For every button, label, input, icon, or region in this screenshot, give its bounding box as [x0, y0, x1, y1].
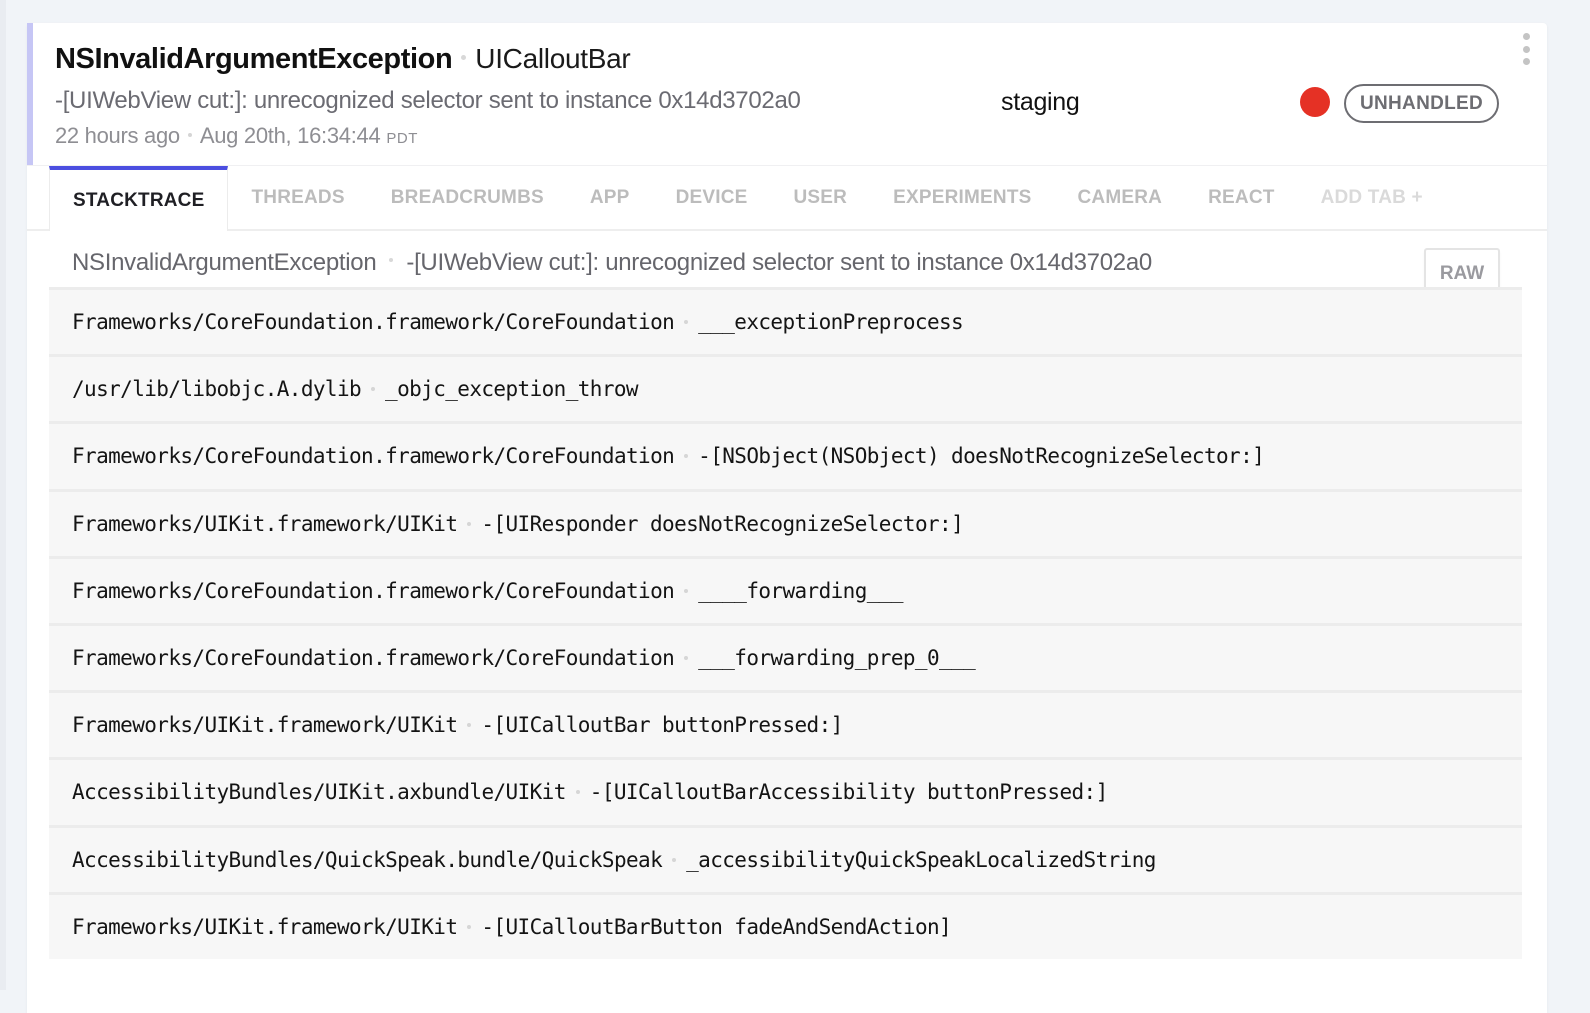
stack-frame[interactable]: Frameworks/UIKit.framework/UIKit -[UIRes…	[49, 488, 1522, 556]
frame-file: Frameworks/CoreFoundation.framework/Core…	[72, 578, 675, 603]
frame-method: -[UIResponder doesNotRecognizeSelector:]	[481, 511, 964, 536]
stack-frames: Frameworks/CoreFoundation.framework/Core…	[49, 287, 1522, 959]
error-message: -[UIWebView cut:]: unrecognized selector…	[55, 87, 801, 114]
separator-dot	[187, 133, 192, 137]
page-background-strip	[0, 0, 6, 990]
separator-dot	[684, 320, 689, 325]
tab-app[interactable]: APP	[567, 166, 653, 229]
more-vertical-icon[interactable]	[1519, 33, 1533, 65]
error-header: NSInvalidArgumentException UICalloutBar …	[27, 23, 1547, 165]
stack-frame[interactable]: Frameworks/UIKit.framework/UIKit -[UICal…	[49, 891, 1522, 959]
separator-dot	[371, 387, 376, 392]
frame-file: Frameworks/CoreFoundation.framework/Core…	[72, 646, 675, 671]
frame-file: Frameworks/CoreFoundation.framework/Core…	[72, 444, 675, 469]
separator-dot	[684, 588, 689, 593]
separator-dot	[684, 656, 689, 661]
stack-frame[interactable]: AccessibilityBundles/UIKit.axbundle/UIKi…	[49, 757, 1522, 825]
frame-method: -[UICalloutBarButton fadeAndSendAction]	[481, 914, 952, 939]
error-title: NSInvalidArgumentException UICalloutBar	[55, 43, 631, 76]
frame-file: Frameworks/CoreFoundation.framework/Core…	[72, 310, 675, 335]
menu-dot	[1522, 58, 1530, 65]
stack-frame[interactable]: /usr/lib/libobjc.A.dylib _objc_exception…	[49, 354, 1522, 422]
frame-file: Frameworks/UIKit.framework/UIKit	[72, 914, 458, 939]
stack-frame[interactable]: Frameworks/CoreFoundation.framework/Core…	[49, 555, 1522, 623]
exception-line: NSInvalidArgumentException -[UIWebView c…	[72, 249, 1152, 277]
separator-dot	[467, 521, 472, 526]
frame-file: AccessibilityBundles/QuickSpeak.bundle/Q…	[72, 847, 663, 872]
frame-method: _objc_exception_throw	[385, 377, 639, 402]
severity-indicator-icon	[1300, 87, 1330, 117]
frame-file: Frameworks/UIKit.framework/UIKit	[72, 511, 458, 536]
frame-file: AccessibilityBundles/UIKit.axbundle/UIKi…	[72, 780, 566, 805]
timezone: PDT	[386, 130, 418, 147]
stack-frame[interactable]: Frameworks/CoreFoundation.framework/Core…	[49, 287, 1522, 355]
stack-frame[interactable]: Frameworks/UIKit.framework/UIKit -[UICal…	[49, 690, 1522, 758]
frame-method: -[NSObject(NSObject) doesNotRecognizeSel…	[698, 444, 1265, 469]
separator-dot	[672, 857, 677, 862]
relative-time: 22 hours ago	[55, 123, 180, 148]
menu-dot	[1522, 33, 1530, 40]
add-tab-button[interactable]: ADD TAB +	[1298, 166, 1446, 229]
separator-dot	[467, 723, 472, 728]
tab-react[interactable]: REACT	[1185, 166, 1297, 229]
separator-dot	[461, 55, 467, 60]
tab-stacktrace[interactable]: STACKTRACE	[49, 166, 229, 231]
error-class: NSInvalidArgumentException	[55, 43, 453, 75]
frame-method: ___exceptionPreprocess	[698, 310, 964, 335]
stack-frame[interactable]: Frameworks/CoreFoundation.framework/Core…	[49, 421, 1522, 489]
error-time: 22 hours ago Aug 20th, 16:34:44 PDT	[55, 123, 418, 149]
error-context: UICalloutBar	[475, 43, 631, 74]
exception-class: NSInvalidArgumentException	[72, 249, 377, 276]
tab-experiments[interactable]: EXPERIMENTS	[870, 166, 1054, 229]
tab-bar: STACKTRACE THREADS BREADCRUMBS APP DEVIC…	[27, 165, 1547, 231]
menu-dot	[1522, 45, 1530, 53]
timestamp: Aug 20th, 16:34:44	[199, 123, 381, 148]
stack-frame[interactable]: AccessibilityBundles/QuickSpeak.bundle/Q…	[49, 824, 1522, 892]
tab-device[interactable]: DEVICE	[653, 166, 771, 229]
separator-dot	[389, 258, 394, 262]
frame-method: -[UICalloutBar buttonPressed:]	[481, 713, 843, 738]
release-stage: staging	[1001, 88, 1080, 116]
separator-dot	[467, 924, 472, 929]
frame-file: Frameworks/UIKit.framework/UIKit	[72, 713, 458, 738]
frame-method: _accessibilityQuickSpeakLocalizedString	[686, 847, 1156, 872]
tab-user[interactable]: USER	[771, 166, 871, 229]
exception-message: -[UIWebView cut:]: unrecognized selector…	[406, 249, 1152, 276]
unhandled-badge: UNHANDLED	[1344, 84, 1499, 123]
separator-dot	[684, 454, 689, 459]
separator-dot	[575, 790, 580, 795]
stack-frame[interactable]: Frameworks/CoreFoundation.framework/Core…	[49, 622, 1522, 691]
frame-method: ___forwarding_prep_0___	[698, 646, 976, 671]
frame-file: /usr/lib/libobjc.A.dylib	[72, 377, 362, 402]
frame-method: ____forwarding___	[698, 578, 903, 603]
tab-threads[interactable]: THREADS	[228, 166, 367, 229]
frame-method: -[UICalloutBarAccessibility buttonPresse…	[589, 780, 1108, 805]
tab-breadcrumbs[interactable]: BREADCRUMBS	[368, 166, 567, 229]
tab-camera[interactable]: CAMERA	[1055, 166, 1186, 229]
